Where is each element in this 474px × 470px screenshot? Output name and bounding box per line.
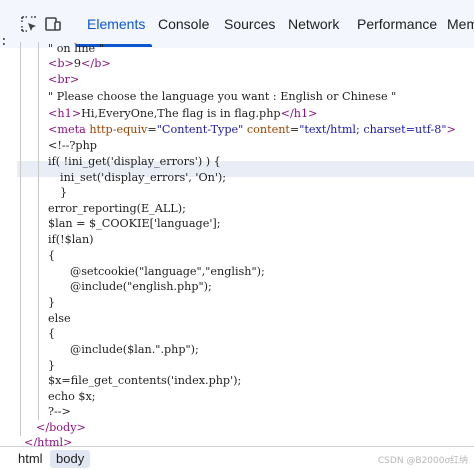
breadcrumb: html body CSDN @B2000ơ红纳 — [0, 446, 474, 470]
comment-line: } — [60, 186, 68, 199]
comment-node[interactable]: <!--?php — [48, 138, 97, 154]
dom-node-b[interactable]: <b>9</b> — [48, 56, 111, 72]
dom-node-h1[interactable]: <h1>Hi,EveryOne,The flag is in flag.php<… — [48, 106, 317, 122]
comment-line: else — [48, 312, 71, 325]
comment-line: @include($lan.".php"); — [70, 343, 199, 356]
comment-line: @include("english.php"); — [70, 280, 212, 293]
comment-line: error_reporting(E_ALL); — [48, 202, 186, 215]
comment-line: if(!$lan) — [48, 233, 94, 246]
comment-line: $x=file_get_contents('index.php'); — [48, 374, 242, 387]
indent-guide — [38, 42, 39, 420]
indent-guide — [20, 42, 21, 436]
comment-line: if( !ini_get('display_errors') ) { — [48, 155, 221, 168]
comment-line: { — [48, 327, 56, 340]
text-node[interactable]: " on line " — [48, 41, 104, 57]
breadcrumb-item-body[interactable]: body — [50, 450, 91, 468]
device-toolbar-icon[interactable] — [44, 15, 62, 33]
comment-line: @setcookie("language","english"); — [70, 265, 265, 278]
dom-node-body-close[interactable]: </body> — [36, 420, 86, 436]
dom-tree[interactable]: " on line " <b>9</b> <br> " Please choos… — [0, 40, 474, 446]
comment-line: ?--> — [48, 405, 71, 418]
inspect-element-icon[interactable] — [20, 15, 38, 33]
text-node[interactable]: " Please choose the language you want : … — [48, 89, 396, 105]
comment-line: $lan = $_COOKIE['language']; — [48, 217, 221, 230]
dom-node-html-close[interactable]: </html> — [24, 435, 72, 446]
comment-line: { — [48, 249, 56, 262]
comment-line: ini_set('display_errors', 'On'); — [60, 171, 227, 184]
comment-line: } — [48, 359, 56, 372]
watermark: CSDN @B2000ơ红纳 — [377, 456, 468, 466]
comment-line: echo $x; — [48, 390, 96, 403]
dom-node-meta[interactable]: <meta http-equiv="Content-Type" content=… — [48, 122, 456, 138]
dom-node-br[interactable]: <br> — [48, 72, 79, 88]
breadcrumb-item-html[interactable]: html — [12, 450, 49, 468]
comment-line: } — [48, 296, 56, 309]
